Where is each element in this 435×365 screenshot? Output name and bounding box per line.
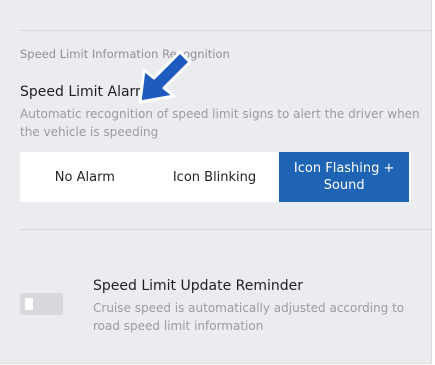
update-reminder-description: Cruise speed is automatically adjusted a…	[93, 301, 405, 333]
section-title: Speed Limit Information Recognition	[20, 47, 230, 61]
option-icon-blinking[interactable]: Icon Blinking	[150, 152, 280, 202]
update-reminder-title: Speed Limit Update Reminder	[93, 278, 304, 294]
option-no-alarm[interactable]: No Alarm	[20, 152, 150, 202]
divider	[20, 229, 431, 230]
settings-panel: Speed Limit Information Recognition Spee…	[0, 0, 432, 364]
divider	[20, 30, 431, 31]
update-reminder-toggle[interactable]	[20, 293, 63, 315]
speed-limit-alarm-selector: No Alarm Icon Blinking Icon Flashing + S…	[20, 152, 411, 202]
speed-limit-alarm-description: Automatic recognition of speed limit sig…	[20, 107, 420, 139]
toggle-knob	[25, 298, 33, 310]
arrow-icon	[138, 50, 192, 104]
option-icon-flashing-sound[interactable]: Icon Flashing + Sound	[279, 152, 410, 202]
